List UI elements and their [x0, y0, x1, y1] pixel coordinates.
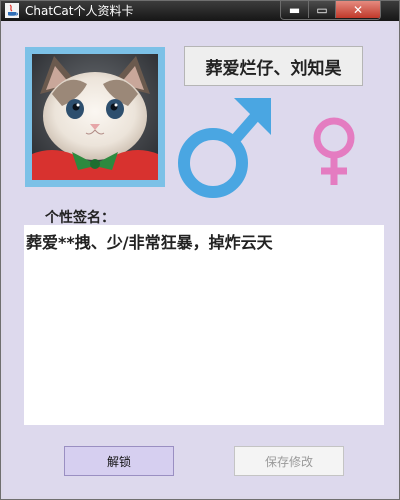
avatar[interactable] [25, 47, 165, 187]
female-gender-icon[interactable] [308, 113, 360, 189]
nickname-button[interactable]: 葬爱烂仔、刘知昊 [184, 46, 363, 86]
signature-textarea[interactable]: 葬爱**拽、少/非常狂暴，掉炸云天 [24, 225, 384, 425]
male-gender-icon[interactable] [174, 95, 274, 205]
window-title: ChatCat个人资料卡 [25, 4, 134, 18]
profile-window: ChatCat个人资料卡 ▬ ▭ ✕ 葬爱烂仔、刘知昊 个性签名： 葬爱**拽、… [0, 0, 400, 500]
close-button[interactable]: ✕ [336, 1, 380, 18]
signature-text: 葬爱**拽、少/非常狂暴，掉炸云天 [26, 233, 273, 252]
unlock-button[interactable]: 解锁 [64, 446, 174, 476]
maximize-button[interactable]: ▭ [309, 1, 336, 18]
signature-label: 个性签名： [45, 210, 115, 226]
cat-avatar-image [32, 54, 158, 180]
minimize-button[interactable]: ▬ [281, 1, 309, 18]
title-bar[interactable]: ChatCat个人资料卡 ▬ ▭ ✕ [1, 1, 399, 21]
save-changes-button[interactable]: 保存修改 [234, 446, 344, 476]
window-controls: ▬ ▭ ✕ [280, 1, 381, 20]
java-app-icon [5, 3, 19, 18]
